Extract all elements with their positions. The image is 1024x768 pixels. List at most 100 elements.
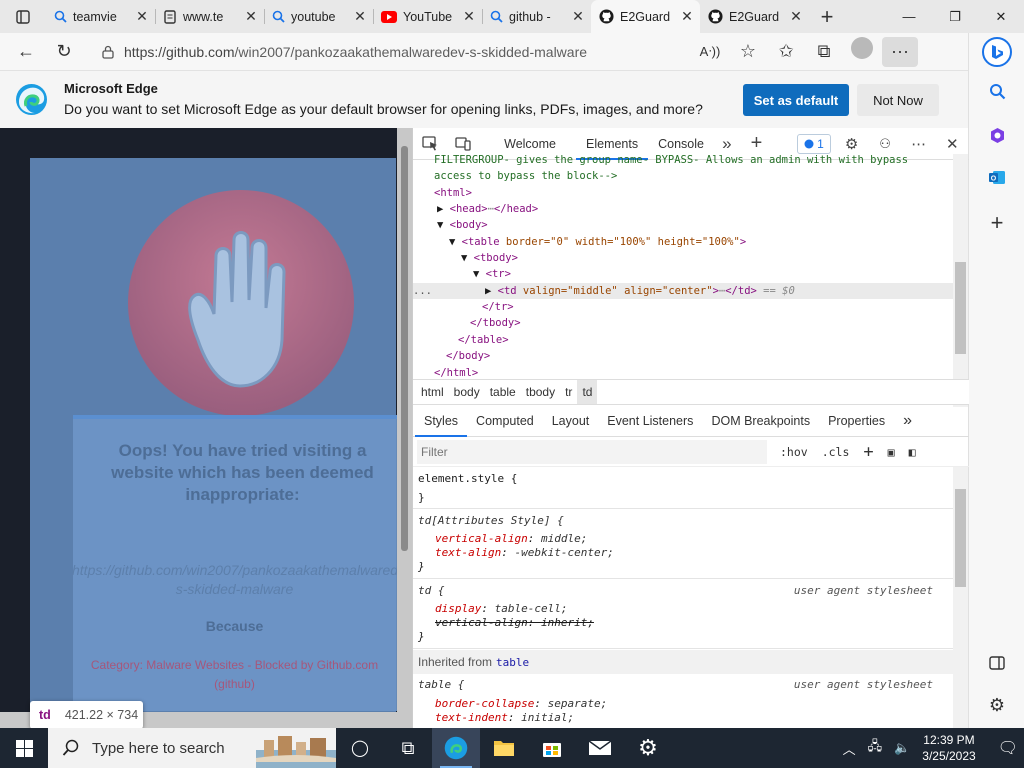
profile-avatar[interactable] xyxy=(851,36,873,59)
close-tab-icon[interactable]: ✕ xyxy=(462,8,476,25)
caret-down-icon[interactable]: ▼ xyxy=(437,219,450,231)
taskbar-settings[interactable]: ⚙ xyxy=(624,728,672,768)
new-style-rule-button[interactable]: + xyxy=(856,442,880,462)
network-icon[interactable]: 🖧 xyxy=(868,737,883,759)
dom-node-table[interactable]: ▼ <table border="0" width="100%" height=… xyxy=(449,234,953,250)
notifications-icon[interactable]: 🗨 xyxy=(998,738,1018,758)
hide-sidebar-button[interactable] xyxy=(969,651,1024,675)
dom-scrollbar-thumb[interactable] xyxy=(955,262,966,354)
styles-filter-input[interactable] xyxy=(417,439,767,464)
dom-node-table-close[interactable]: </table> xyxy=(458,332,953,348)
settings-more-button[interactable]: ··· xyxy=(882,36,918,67)
devtools-settings-button[interactable]: ⚙ xyxy=(835,135,869,153)
close-devtools-button[interactable]: ✕ xyxy=(935,135,969,153)
style-rule-td[interactable]: td { user agent stylesheet display: tabl… xyxy=(413,579,953,649)
tab-event-listeners[interactable]: Event Listeners xyxy=(598,405,702,437)
dom-node-body[interactable]: ▼ <body> xyxy=(437,217,953,233)
set-as-default-button[interactable]: Set as default xyxy=(743,84,849,116)
taskbar-edge[interactable] xyxy=(432,728,480,768)
dom-node-td-selected[interactable]: ... ▶ <td valign="middle" align="center">… xyxy=(413,283,953,299)
taskbar-file-explorer[interactable] xyxy=(480,728,528,768)
collections-button[interactable]: ⧉ xyxy=(806,37,842,67)
inherited-source-link[interactable]: table xyxy=(496,656,529,669)
tab-styles[interactable]: Styles xyxy=(415,405,468,437)
dom-comment-line[interactable]: FILTERGROUP- gives the group name- BYPAS… xyxy=(434,154,953,168)
caret-right-icon[interactable]: ▶ xyxy=(485,285,498,297)
office-button[interactable] xyxy=(969,123,1024,147)
bing-button[interactable] xyxy=(969,35,1024,69)
browser-tab-active[interactable]: E2Guard ✕ xyxy=(591,0,700,33)
more-panes-button[interactable]: » xyxy=(894,405,921,437)
minimize-button[interactable]: — xyxy=(886,0,932,33)
refresh-button[interactable]: ↻ xyxy=(46,37,82,67)
tab-properties[interactable]: Properties xyxy=(819,405,894,437)
address-bar[interactable]: https://github.com/win2007/pankozaakathe… xyxy=(90,37,686,67)
tab-dom-breakpoints[interactable]: DOM Breakpoints xyxy=(702,405,819,437)
taskbar-store[interactable] xyxy=(528,728,576,768)
dom-node-tbody-close[interactable]: </tbody> xyxy=(470,315,953,331)
browser-tab[interactable]: youtube ✕ xyxy=(264,0,373,33)
tab-computed[interactable]: Computed xyxy=(467,405,543,437)
dom-node-tbody[interactable]: ▼ <tbody> xyxy=(461,250,953,266)
read-aloud-button[interactable]: Aᐧ)) xyxy=(692,37,728,67)
search-sidebar-button[interactable] xyxy=(969,79,1024,103)
style-rule-attributes[interactable]: td[Attributes Style] { vertical-align: m… xyxy=(413,509,953,579)
page-scrollbar[interactable] xyxy=(397,128,412,728)
close-tab-icon[interactable]: ✕ xyxy=(135,8,149,25)
task-view-button[interactable]: ⧉ xyxy=(384,728,432,768)
restore-button[interactable]: ❐ xyxy=(932,0,978,33)
devtools-more-button[interactable]: ⋯ xyxy=(902,135,936,153)
taskbar-search[interactable]: Type here to search xyxy=(48,728,336,768)
hover-state-toggle[interactable]: :hov xyxy=(773,445,815,459)
tab-actions-button[interactable] xyxy=(0,0,46,33)
customize-button[interactable]: ⚇ xyxy=(868,136,902,152)
dom-node-html[interactable]: <html> xyxy=(434,185,953,201)
close-tab-icon[interactable]: ✕ xyxy=(680,8,694,25)
dom-node-tr[interactable]: ▼ <tr> xyxy=(473,266,953,282)
style-rule-element[interactable]: element.style { } xyxy=(413,467,953,509)
clock[interactable]: 12:39 PM 3/25/2023 xyxy=(922,732,975,764)
dom-node-head[interactable]: ▶ <head>⋯</head> xyxy=(437,201,953,217)
add-sidebar-app-button[interactable]: + xyxy=(969,210,1024,235)
not-now-button[interactable]: Not Now xyxy=(857,84,939,116)
dom-scrollbar[interactable] xyxy=(953,154,968,407)
volume-icon[interactable]: 🔈 xyxy=(894,740,910,756)
back-button[interactable]: ← xyxy=(8,37,44,67)
add-tool-button[interactable]: + xyxy=(740,132,774,155)
style-rule-table[interactable]: table { user agent stylesheet border-col… xyxy=(413,674,953,728)
styles-scrollbar-thumb[interactable] xyxy=(955,489,966,587)
breadcrumb-td[interactable]: td xyxy=(577,380,598,404)
browser-tab[interactable]: E2Guard ✕ xyxy=(700,0,809,33)
breadcrumb-table[interactable]: table xyxy=(485,380,521,404)
caret-right-icon[interactable]: ▶ xyxy=(437,203,450,215)
browser-tab[interactable]: www.te ✕ xyxy=(155,0,264,33)
breadcrumb-tbody[interactable]: tbody xyxy=(521,380,560,404)
sidebar-settings-button[interactable]: ⚙ xyxy=(969,693,1024,717)
close-tab-icon[interactable]: ✕ xyxy=(353,8,367,25)
caret-down-icon[interactable]: ▼ xyxy=(461,252,474,264)
browser-tab[interactable]: github - ✕ xyxy=(482,0,591,33)
close-tab-icon[interactable]: ✕ xyxy=(571,8,585,25)
browser-tab[interactable]: teamvie ✕ xyxy=(46,0,155,33)
taskbar-mail[interactable] xyxy=(576,728,624,768)
cortana-button[interactable]: ◯ xyxy=(336,728,384,768)
outlook-button[interactable]: O xyxy=(969,165,1024,189)
start-button[interactable] xyxy=(0,728,48,768)
breadcrumb-body[interactable]: body xyxy=(449,380,485,404)
rendering-emulation-button[interactable]: ▣ xyxy=(881,445,902,459)
caret-down-icon[interactable]: ▼ xyxy=(449,236,462,248)
browser-tab[interactable]: YouTube ✕ xyxy=(373,0,482,33)
breadcrumb-html[interactable]: html xyxy=(416,380,449,404)
favorites-button[interactable]: ✩ xyxy=(768,37,804,67)
new-tab-button[interactable]: + xyxy=(809,0,845,33)
close-tab-icon[interactable]: ✕ xyxy=(244,8,258,25)
inspect-element-button[interactable] xyxy=(413,136,447,151)
close-tab-icon[interactable]: ✕ xyxy=(789,8,803,25)
more-tabs-button[interactable]: » xyxy=(714,134,740,154)
class-toggle[interactable]: .cls xyxy=(815,445,857,459)
dom-node-body-close[interactable]: </body> xyxy=(446,348,953,364)
close-window-button[interactable]: ✕ xyxy=(978,0,1024,33)
breadcrumb-tr[interactable]: tr xyxy=(560,380,577,404)
issues-badge[interactable]: 1 xyxy=(797,133,831,154)
chevron-up-icon[interactable]: ︿ xyxy=(843,739,856,758)
